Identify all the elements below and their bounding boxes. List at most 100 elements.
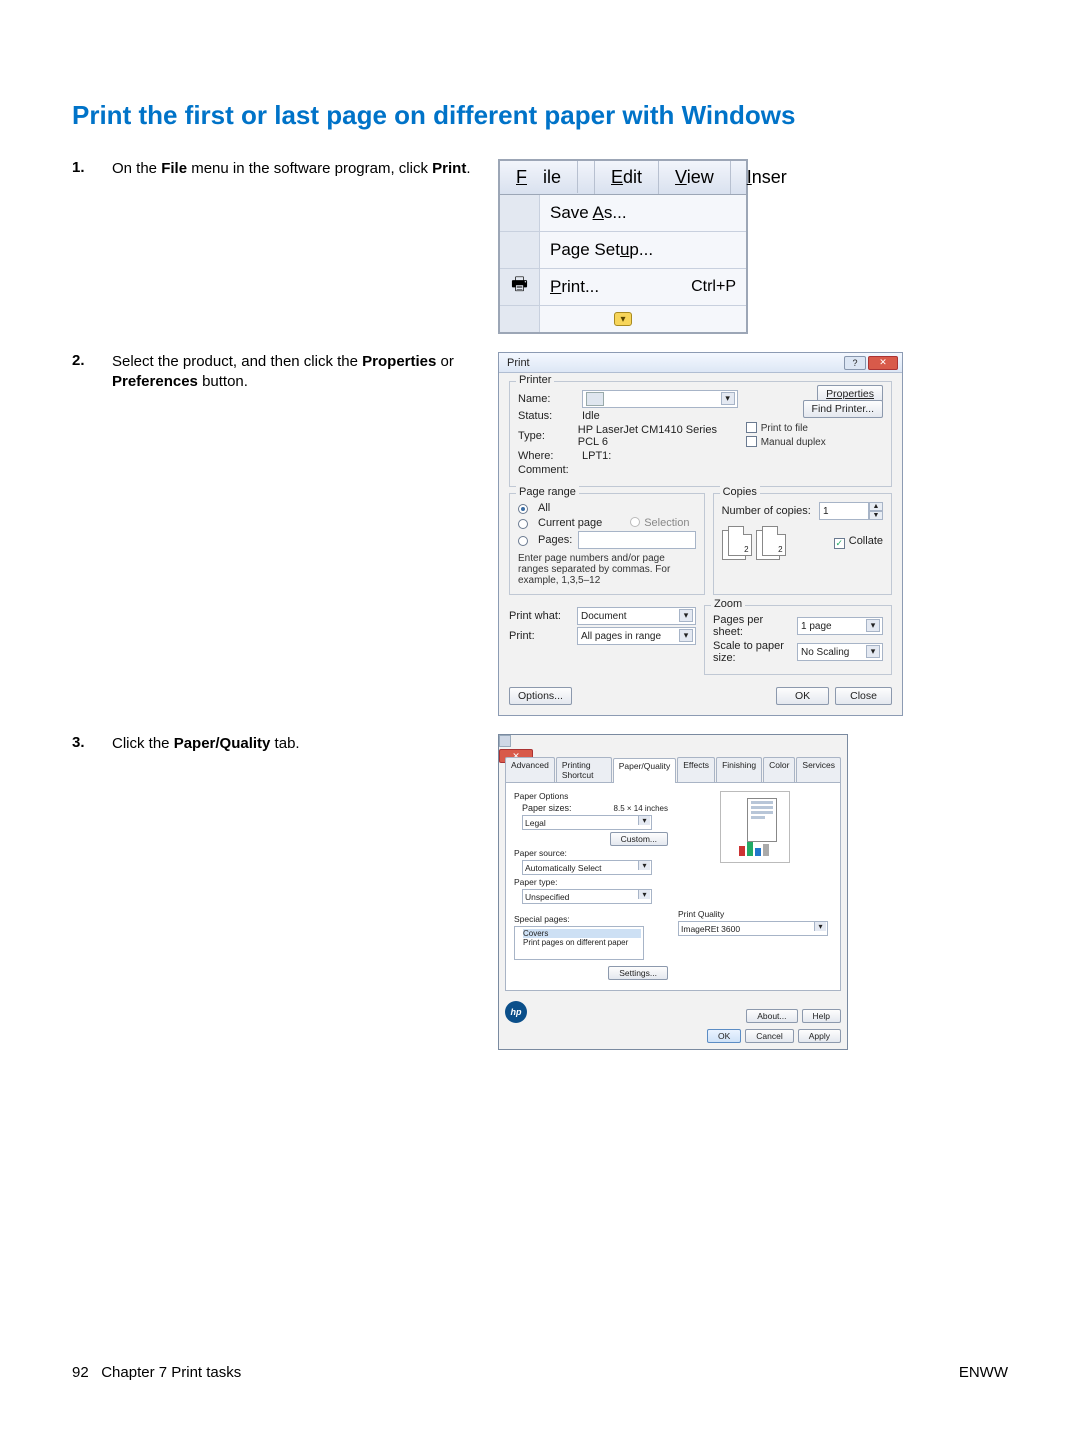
props-cancel-button[interactable]: Cancel <box>745 1029 793 1043</box>
tab-advanced[interactable]: Advanced <box>505 757 555 782</box>
menuitem-saveas[interactable]: Save As... <box>500 195 746 232</box>
val-type: HP LaserJet CM1410 Series PCL 6 <box>578 424 738 448</box>
print-dialog: Print ? ✕ Printer Name: <box>498 352 903 716</box>
paper-options-label: Paper Options <box>514 791 668 801</box>
tab-services[interactable]: Services <box>796 757 841 782</box>
t: File <box>161 160 187 177</box>
footer-right: ENWW <box>959 1364 1008 1381</box>
lbl-scale: Scale to paper size: <box>713 640 791 664</box>
lbl-printwhat: Print what: <box>509 610 571 622</box>
tabs: Advanced Printing Shortcut Paper/Quality… <box>499 753 847 782</box>
val-where: LPT1: <box>582 450 611 462</box>
print-to-file-check[interactable] <box>746 422 757 433</box>
lbl-pps: Pages per sheet: <box>713 614 791 638</box>
file-menu-screenshot: File Edit View Inser Save As... Page Set… <box>498 159 748 334</box>
lbl-comment: Comment: <box>518 464 576 476</box>
step2-text: Select the product, and then click the P… <box>112 352 492 393</box>
lbl-selection: Selection <box>644 517 689 529</box>
print-combo[interactable]: All pages in range <box>577 627 696 645</box>
tab-finishing[interactable]: Finishing <box>716 757 762 782</box>
radio-selection[interactable] <box>630 517 640 527</box>
page-title: Print the first or last page on differen… <box>72 100 1008 131</box>
lbl-type: Type: <box>518 430 572 442</box>
lbl-where: Where: <box>518 450 576 462</box>
manual-duplex-check[interactable] <box>746 436 757 447</box>
pages-input[interactable] <box>578 531 695 549</box>
type-combo[interactable]: Unspecified <box>522 889 652 904</box>
saveas-icon <box>500 195 540 231</box>
close-button[interactable]: ✕ <box>868 356 898 370</box>
step2-number: 2. <box>72 352 112 393</box>
help-button[interactable]: Help <box>802 1009 841 1023</box>
lbl-special: Special pages: <box>514 914 668 924</box>
options-button[interactable]: Options... <box>509 687 572 705</box>
props-apply-button[interactable]: Apply <box>798 1029 841 1043</box>
printquality-combo[interactable]: ImageREt 3600 <box>678 921 828 936</box>
copies-group: Copies <box>720 486 760 498</box>
step3-text: Click the Paper/Quality tab. <box>112 734 492 754</box>
step3-number: 3. <box>72 734 112 754</box>
t: Properties <box>362 353 436 370</box>
t: menu in the software program, click <box>187 160 432 177</box>
copies-spinner[interactable]: 1▲▼ <box>819 502 883 520</box>
lbl-pages: Pages: <box>538 534 572 546</box>
radio-all[interactable] <box>518 504 528 514</box>
custom-button[interactable]: Custom... <box>610 832 668 846</box>
list-covers[interactable]: Covers <box>523 929 641 938</box>
menubar: File Edit View Inser <box>500 161 746 195</box>
pps-combo[interactable]: 1 page <box>797 617 883 635</box>
t: Preferences <box>112 373 198 390</box>
menu-edit[interactable]: Edit <box>595 161 659 194</box>
hp-logo-icon: hp <box>505 1001 527 1023</box>
lbl-name: Name: <box>518 393 576 405</box>
menu-inser[interactable]: Inser <box>731 161 803 194</box>
lbl-md: Manual duplex <box>761 437 826 448</box>
lbl-ptf: Print to file <box>761 423 808 434</box>
t: Print <box>432 160 466 177</box>
radio-current[interactable] <box>518 519 528 529</box>
tab-effects[interactable]: Effects <box>677 757 715 782</box>
lbl-collate: Collate <box>849 535 883 547</box>
about-button[interactable]: About... <box>746 1009 797 1023</box>
lbl-status: Status: <box>518 410 576 422</box>
menuitem-pagesetup[interactable]: Page Setup... <box>500 232 746 269</box>
menu-view[interactable]: View <box>659 161 731 194</box>
copies-value[interactable]: 1 <box>819 502 869 520</box>
scale-combo[interactable]: No Scaling <box>797 643 883 661</box>
menu-file[interactable]: File <box>500 161 595 194</box>
close-dialog-button[interactable]: Close <box>835 687 892 705</box>
zoom-group: Zoom <box>711 598 745 610</box>
ok-button[interactable]: OK <box>776 687 829 705</box>
props-sysicon <box>499 735 511 747</box>
list-diff[interactable]: Print pages on different paper <box>523 938 641 947</box>
source-combo[interactable]: Automatically Select <box>522 860 652 875</box>
find-printer-button[interactable]: Find Printer... <box>803 400 883 418</box>
t: or <box>436 353 454 370</box>
menu-expand[interactable]: ▾ <box>500 306 746 332</box>
lbl-papersizes: Paper sizes: <box>522 803 572 813</box>
printer-group: Printer <box>516 374 554 386</box>
page-number: 92 <box>72 1364 89 1381</box>
radio-pages[interactable] <box>518 536 528 546</box>
printer-name-combo[interactable] <box>582 390 738 408</box>
pages-hint: Enter page numbers and/or page ranges se… <box>518 553 696 586</box>
settings-button[interactable]: Settings... <box>608 966 668 980</box>
props-ok-button[interactable]: OK <box>707 1029 741 1043</box>
printwhat-combo[interactable]: Document <box>577 607 696 625</box>
special-pages-list[interactable]: Covers Print pages on different paper <box>514 926 644 960</box>
menuitem-print[interactable]: 🖶 Print... Ctrl+P <box>500 269 746 306</box>
papersize-combo[interactable]: Legal <box>522 815 652 830</box>
collate-check[interactable]: ✓ <box>834 538 845 549</box>
pagerange-group: Page range <box>516 486 579 498</box>
t: button. <box>198 373 248 390</box>
t: Click the <box>112 735 174 752</box>
tab-shortcuts[interactable]: Printing Shortcut <box>556 757 612 782</box>
help-button[interactable]: ? <box>844 356 866 370</box>
val-status: Idle <box>582 410 600 422</box>
printer-icon: 🖶 <box>500 269 540 305</box>
page-footer: 92 Chapter 7 Print tasks ENWW <box>72 1364 1008 1381</box>
lbl-numcopies: Number of copies: <box>722 505 813 517</box>
tab-color[interactable]: Color <box>763 757 795 782</box>
tab-paperquality[interactable]: Paper/Quality <box>613 758 677 783</box>
paper-dim: 8.5 × 14 inches <box>614 804 668 813</box>
